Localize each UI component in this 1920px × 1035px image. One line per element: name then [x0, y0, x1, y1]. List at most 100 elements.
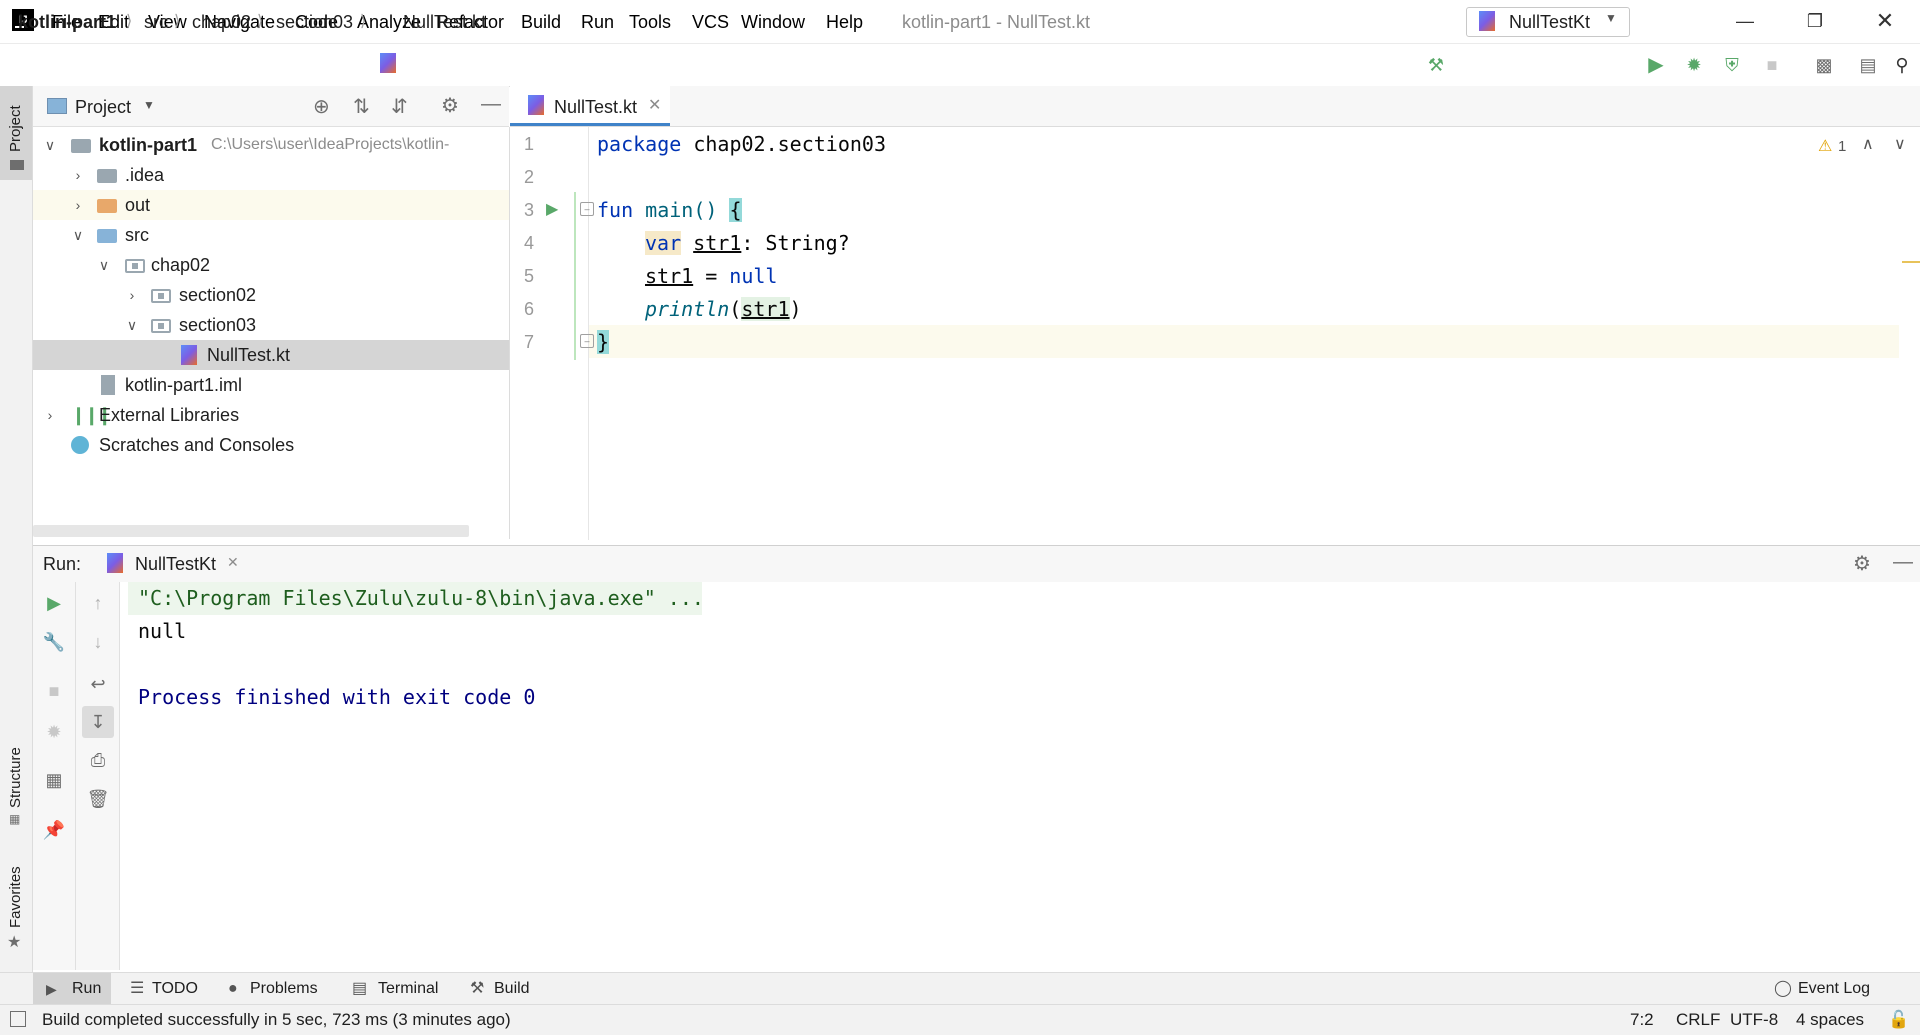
chevron-down-icon[interactable]: ▼	[143, 98, 155, 112]
pin-icon[interactable]: 📌	[40, 816, 68, 844]
indent-setting[interactable]: 4 spaces	[1796, 1008, 1864, 1032]
warning-stripe[interactable]	[1902, 261, 1920, 263]
tree-label: kotlin-part1.iml	[125, 375, 243, 395]
code-line-3[interactable]: fun main() {	[597, 194, 742, 227]
chevron-down-icon[interactable]: ∨	[71, 220, 85, 250]
breadcrumb-src[interactable]: src	[144, 11, 168, 33]
arrow-up-icon[interactable]: ↑	[84, 589, 112, 617]
status-message[interactable]: Build completed successfully in 5 sec, 7…	[42, 1008, 511, 1032]
chevron-right-icon[interactable]: ›	[71, 190, 85, 220]
horizontal-scrollbar[interactable]	[33, 525, 469, 537]
terminal-window-icon[interactable]: ▤	[1856, 53, 1880, 77]
favorites-tool-button[interactable]: Favorites	[7, 866, 24, 928]
arrow-down-icon[interactable]: ↓	[84, 628, 112, 656]
run-tab-label[interactable]: NullTestKt	[135, 554, 216, 574]
chevron-down-icon[interactable]: ∨	[125, 310, 139, 340]
chevron-right-icon[interactable]: ›	[43, 400, 57, 430]
build-hammer-icon[interactable]: ⚒	[1424, 53, 1448, 77]
soft-wrap-icon[interactable]: ↩	[84, 670, 112, 698]
menu-help[interactable]: Help	[826, 10, 863, 34]
tree-item-section03[interactable]: ∨ section03	[33, 310, 509, 340]
minimize-icon[interactable]: —	[1722, 8, 1768, 34]
trash-icon[interactable]: 🗑	[84, 785, 112, 813]
structure-tool-button[interactable]: Structure	[7, 747, 24, 808]
tree-item-external-libraries[interactable]: › ❙❙❙ External Libraries	[33, 400, 509, 430]
code-line-5[interactable]: str1 = null	[645, 260, 777, 293]
chevron-down-icon[interactable]: ∨	[1894, 134, 1906, 154]
bottom-tab-build[interactable]: Build	[494, 975, 530, 1003]
warning-icon[interactable]: ⚠	[1818, 136, 1832, 156]
layout-icon[interactable]: ▦	[40, 766, 68, 794]
fold-icon[interactable]: –	[580, 202, 594, 216]
close-tab-icon[interactable]: ✕	[227, 554, 239, 571]
menu-run[interactable]: Run	[581, 10, 614, 34]
hide-panel-icon[interactable]: —	[481, 93, 501, 116]
file-encoding[interactable]: UTF-8	[1730, 1008, 1778, 1032]
project-panel-title[interactable]: Project	[75, 96, 131, 118]
line-separator[interactable]: CRLF	[1676, 1008, 1720, 1032]
project-tool-button[interactable]: Project	[0, 86, 32, 180]
gear-icon[interactable]: ⚙	[441, 93, 459, 118]
bottom-tab-todo[interactable]: TODO	[152, 975, 198, 1003]
code-line-1[interactable]: package chap02.section03	[597, 128, 886, 161]
menu-vcs[interactable]: VCS	[692, 10, 729, 34]
coverage-icon[interactable]: ⛨	[1720, 53, 1744, 77]
close-window-icon[interactable]: ✕	[1862, 8, 1908, 34]
locate-icon[interactable]: ⊕	[313, 94, 330, 119]
debug-icon[interactable]: ✹	[1682, 53, 1706, 77]
menu-window[interactable]: Window	[741, 10, 805, 34]
expand-all-icon[interactable]: ⇅	[353, 94, 370, 119]
tree-item-src[interactable]: ∨ src	[33, 220, 509, 250]
cursor-position[interactable]: 7:2	[1630, 1008, 1654, 1032]
tree-item-iml[interactable]: kotlin-part1.iml	[33, 370, 509, 400]
menu-build[interactable]: Build	[521, 10, 561, 34]
hide-panel-icon[interactable]: —	[1893, 551, 1913, 574]
debug-icon[interactable]: ✹	[40, 718, 68, 746]
breadcrumb-separator: ⟩	[360, 13, 367, 30]
stop-icon[interactable]: ■	[1760, 53, 1784, 77]
tree-item-nulltest[interactable]: NullTest.kt	[33, 340, 509, 370]
wrench-icon[interactable]: 🔧	[40, 628, 68, 656]
bottom-tab-terminal[interactable]: Terminal	[378, 975, 438, 1003]
breadcrumb-project[interactable]: kotlin-part1	[18, 11, 116, 33]
stop-icon[interactable]: ■	[40, 677, 68, 705]
chevron-right-icon[interactable]: ›	[125, 280, 139, 310]
breadcrumb-file[interactable]: NullTest.kt	[403, 11, 486, 33]
code-line-7[interactable]: }	[597, 326, 610, 359]
rerun-icon[interactable]: ▶	[40, 589, 68, 617]
tree-item-kotlin-part1[interactable]: ∨ kotlin-part1 C:\Users\user\IdeaProject…	[33, 130, 509, 160]
run-configuration-select[interactable]: NullTestKt ▼	[1466, 7, 1630, 37]
status-toggle-icon[interactable]	[10, 1011, 26, 1027]
chevron-right-icon[interactable]: ›	[71, 160, 85, 190]
chevron-down-icon[interactable]: ∨	[97, 250, 111, 280]
tree-item-section02[interactable]: › section02	[33, 280, 509, 310]
run-gutter-icon[interactable]: ▶	[546, 199, 558, 219]
run-icon[interactable]: ▶	[1644, 53, 1668, 77]
editor-tab-nulltest[interactable]: NullTest.kt ✕	[510, 86, 670, 126]
gear-icon[interactable]: ⚙	[1853, 551, 1871, 576]
code-line-4[interactable]: var str1: String?	[645, 227, 850, 260]
event-log-button[interactable]: Event Log	[1798, 975, 1870, 1003]
code-line-6[interactable]: println(str1)	[645, 293, 802, 326]
bottom-tab-problems[interactable]: Problems	[250, 975, 318, 1003]
tree-item-idea[interactable]: › .idea	[33, 160, 509, 190]
lock-icon[interactable]: 🔓	[1888, 1008, 1909, 1032]
bottom-tab-run[interactable]: Run	[72, 975, 101, 1003]
breadcrumb-chap02[interactable]: chap02	[192, 11, 251, 33]
run-console[interactable]	[120, 582, 1920, 970]
search-icon[interactable]: ⚲	[1890, 53, 1914, 77]
chevron-up-icon[interactable]: ∧	[1862, 134, 1874, 154]
close-tab-icon[interactable]: ✕	[648, 95, 661, 115]
collapse-all-icon[interactable]: ⇵	[391, 94, 408, 119]
tree-item-chap02[interactable]: ∨ chap02	[33, 250, 509, 280]
tree-item-scratches[interactable]: Scratches and Consoles	[33, 430, 509, 460]
tree-item-out[interactable]: › out	[33, 190, 509, 220]
print-icon[interactable]: ⎙	[84, 746, 112, 774]
project-structure-icon[interactable]: ▩	[1812, 53, 1836, 77]
scroll-to-end-icon[interactable]: ↧	[82, 706, 114, 738]
chevron-down-icon[interactable]: ∨	[43, 130, 57, 160]
fold-end-icon[interactable]: –	[580, 334, 594, 348]
breadcrumb-section03[interactable]: section03	[276, 11, 353, 33]
menu-tools[interactable]: Tools	[629, 10, 671, 34]
restore-icon[interactable]: ❐	[1792, 8, 1838, 34]
